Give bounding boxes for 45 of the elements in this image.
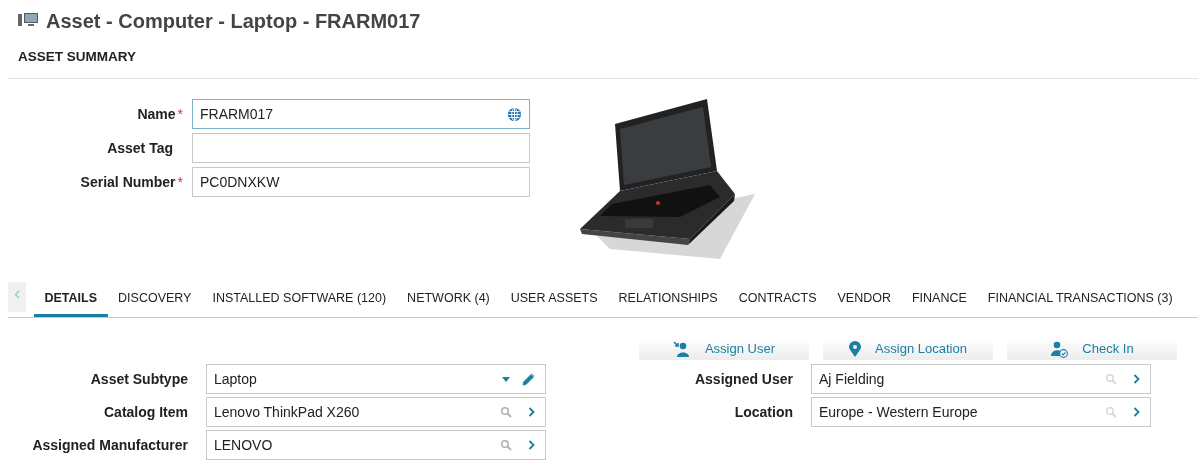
field-label: Assigned User (693, 369, 794, 389)
tab[interactable]: VENDOR (827, 283, 902, 317)
tab[interactable]: FINANCIAL TRANSACTIONS (3) (977, 283, 1184, 317)
text-field[interactable] (192, 133, 530, 163)
action-button[interactable]: Assign Location (823, 338, 993, 360)
globe-icon[interactable] (507, 106, 522, 122)
tab[interactable]: DISCOVERY (107, 283, 202, 317)
chevron-right-icon[interactable] (528, 440, 535, 450)
user-check-icon (1050, 340, 1069, 358)
chevron-right-icon[interactable] (1133, 374, 1140, 384)
input-field[interactable]: Aj Fielding (811, 364, 1151, 394)
tab[interactable]: RELATIONSHIPS (608, 283, 729, 317)
field-label: Assigned Manufacturer (31, 435, 189, 455)
tab[interactable]: USER ASSETS (500, 283, 609, 317)
user-arrow-icon (672, 341, 691, 357)
text-field[interactable]: PC0DNXKW (192, 167, 530, 197)
required-marker: * (177, 172, 183, 192)
tab[interactable]: FINANCE (901, 283, 978, 317)
field-label: Name (137, 104, 176, 124)
input-field[interactable]: Europe - Western Europe (811, 397, 1151, 427)
chevron-left-icon (14, 290, 20, 299)
page-title: Asset - Computer - Laptop - FRARM017 (46, 9, 421, 34)
action-button[interactable]: Assign User (639, 338, 809, 360)
section-heading: ASSET SUMMARY (18, 49, 136, 64)
input-field[interactable]: Laptop (206, 364, 546, 394)
tab[interactable]: NETWORK (4) (396, 283, 501, 317)
field-label: Asset Subtype (89, 369, 189, 389)
tab[interactable]: CONTRACTS (728, 283, 827, 317)
field-label: Location (733, 402, 794, 422)
field-label: Catalog Item (103, 402, 189, 422)
required-marker: * (177, 104, 183, 124)
action-button[interactable]: Check In (1007, 338, 1177, 360)
tab[interactable]: DETAILS (34, 283, 108, 317)
tab[interactable]: INSTALLED SOFTWARE (120) (201, 283, 397, 317)
pencil-icon[interactable] (522, 372, 535, 386)
map-pin-icon (849, 341, 862, 357)
computer-icon (18, 13, 38, 29)
dropdown-caret-icon[interactable] (502, 376, 510, 382)
text-field[interactable]: FRARM017 (192, 99, 530, 129)
field-label: Asset Tag (107, 138, 173, 158)
chevron-right-icon[interactable] (1133, 407, 1140, 417)
field-label: Serial Number (80, 172, 176, 192)
chevron-right-icon[interactable] (528, 407, 535, 417)
input-field[interactable]: Lenovo ThinkPad X260 (206, 397, 546, 427)
input-field[interactable]: LENOVO (206, 430, 546, 460)
